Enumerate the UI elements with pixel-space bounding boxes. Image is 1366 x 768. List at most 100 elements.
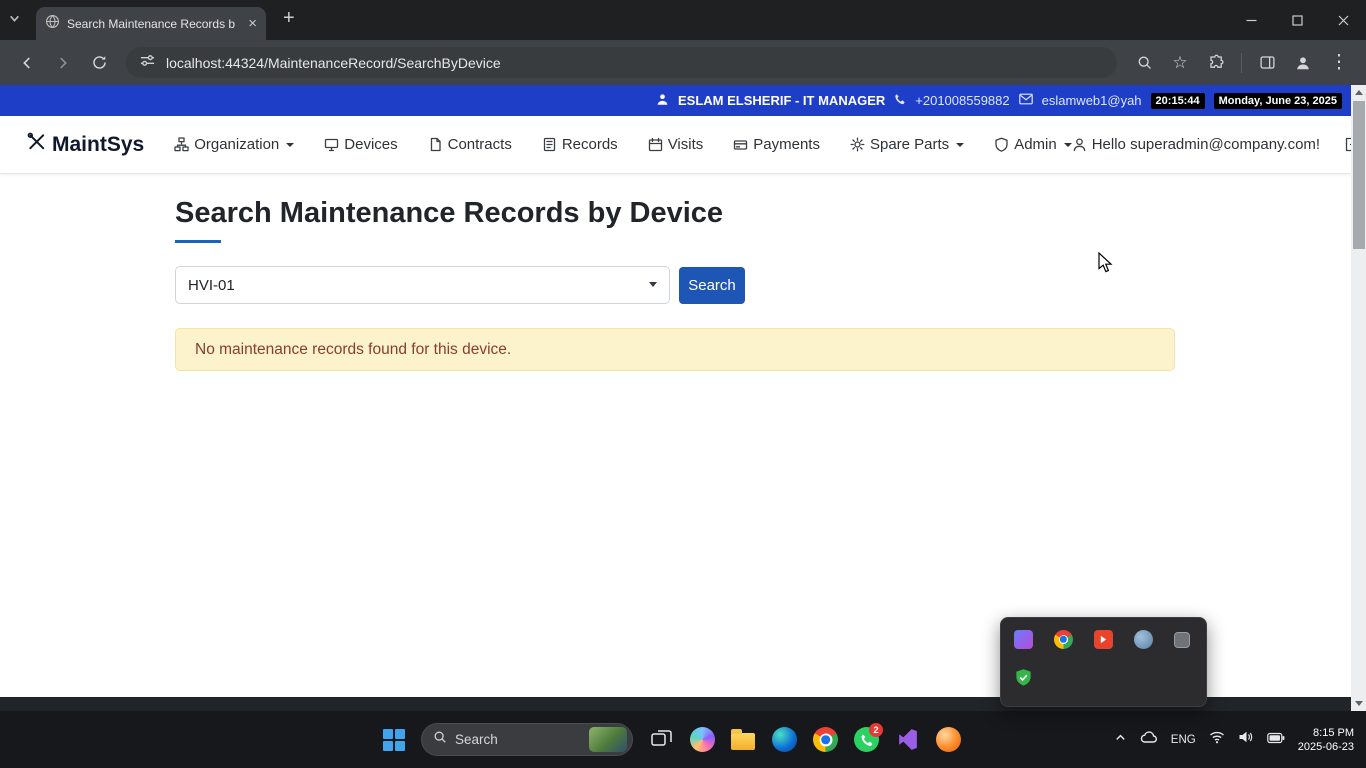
device-select-wrap: HVI-01 [175, 266, 670, 304]
battery-icon[interactable] [1266, 731, 1285, 749]
devices-icon [325, 138, 339, 152]
browser-tab[interactable]: Search Maintenance Records b × [36, 7, 266, 40]
organization-icon [174, 137, 189, 152]
tab-close-icon[interactable]: × [248, 16, 257, 31]
scrollbar-up-arrow[interactable] [1351, 85, 1366, 100]
tab-title: Search Maintenance Records b [67, 16, 236, 31]
nav-item-payments[interactable]: Payments [733, 136, 820, 153]
whatsapp-icon[interactable]: 2 [854, 723, 883, 752]
gear-icon [850, 137, 865, 152]
nav-item-contracts[interactable]: Contracts [428, 136, 512, 153]
brand-name: MaintSys [52, 132, 145, 156]
tray-cloud-app-icon[interactable] [1134, 630, 1153, 649]
tray-app-tile-icon[interactable] [1014, 630, 1033, 649]
taskbar-clock[interactable]: 8:15 PM 2025-06-23 [1298, 726, 1354, 754]
nav-label: Admin [1014, 136, 1057, 153]
lens-search-icon[interactable] [1127, 46, 1161, 80]
date-badge: Monday, June 23, 2025 [1213, 92, 1342, 109]
tab-search-chevron-icon[interactable] [8, 12, 21, 30]
onedrive-cloud-icon[interactable] [1140, 730, 1158, 749]
nav-item-devices[interactable]: Devices [324, 136, 398, 153]
brand-logo[interactable]: MaintSys [26, 131, 144, 158]
extensions-icon[interactable] [1199, 46, 1233, 80]
scrollbar-thumb[interactable] [1352, 101, 1365, 249]
site-info-icon[interactable] [140, 53, 155, 73]
nav-label: Payments [753, 136, 820, 153]
nav-item-records[interactable]: Records [542, 136, 618, 153]
chevron-down-icon [956, 142, 965, 147]
user-info-strip: ESLAM ELSHERIF - IT MANAGER +20100855988… [0, 85, 1366, 116]
clock-date: 2025-06-23 [1297, 740, 1354, 753]
search-highlight-image[interactable] [589, 727, 627, 752]
browser-titlebar: Search Maintenance Records b × + [0, 0, 1366, 40]
globe-favicon-icon [45, 14, 60, 34]
security-shield-icon[interactable] [1014, 668, 1034, 692]
search-button[interactable]: Search [679, 266, 745, 304]
edge-icon[interactable] [772, 727, 797, 752]
clock-badge: 20:15:44 [1150, 92, 1205, 109]
address-bar[interactable]: localhost:44324/MaintenanceRecord/Search… [126, 47, 1117, 78]
start-button[interactable] [383, 728, 405, 751]
taskbar-search-label: Search [455, 732, 498, 747]
new-tab-button[interactable]: + [283, 8, 295, 28]
tray-red-app-icon[interactable] [1094, 630, 1113, 649]
tray-overflow-flyout [1000, 617, 1207, 707]
page-scrollbar[interactable] [1351, 85, 1366, 711]
nav-item-admin[interactable]: Admin [994, 136, 1072, 153]
visits-icon [648, 137, 662, 152]
screen: Search Maintenance Records b × + localho… [0, 0, 1366, 768]
nav-item-visits[interactable]: Visits [648, 136, 703, 153]
records-icon [543, 137, 555, 152]
language-indicator[interactable]: ENG [1171, 734, 1196, 746]
copilot-icon[interactable] [690, 727, 715, 752]
back-button[interactable] [10, 46, 44, 80]
nav-items: Organization Devices Contracts Records V… [174, 136, 1072, 153]
chrome-icon[interactable] [813, 727, 838, 752]
page-title: Search Maintenance Records by Device [175, 197, 724, 229]
user-icon [1073, 138, 1086, 152]
nav-item-spare-parts[interactable]: Spare Parts [850, 136, 965, 153]
title-underline [175, 240, 221, 243]
nav-item-organization[interactable]: Organization [174, 136, 295, 153]
taskbar: Search 2 ENG 8:15 PM 2025-06-23 [0, 711, 1366, 768]
nav-label: Contracts [447, 136, 512, 153]
no-records-alert: No maintenance records found for this de… [175, 328, 1175, 371]
scrollbar-down-arrow[interactable] [1351, 696, 1366, 711]
main-content: Search Maintenance Records by Device HVI… [0, 174, 1366, 371]
device-select[interactable]: HVI-01 [175, 266, 670, 304]
tools-icon [26, 131, 47, 158]
shield-icon [995, 137, 1008, 152]
taskbar-search[interactable]: Search [421, 723, 633, 756]
task-view-icon[interactable] [649, 727, 674, 752]
nav-label: Organization [194, 136, 280, 153]
greeting-text: Hello superadmin@company.com! [1091, 136, 1321, 153]
maximize-button[interactable] [1274, 0, 1320, 40]
forward-button[interactable] [46, 46, 80, 80]
wifi-icon[interactable] [1209, 730, 1225, 749]
volume-icon[interactable] [1238, 730, 1254, 749]
minimize-button[interactable] [1228, 0, 1274, 40]
contracts-icon [430, 137, 441, 152]
file-explorer-icon[interactable] [731, 727, 756, 752]
visual-studio-icon[interactable] [895, 727, 920, 752]
user-phone[interactable]: +201008559882 [915, 93, 1009, 108]
user-email[interactable]: eslamweb1@yah [1042, 93, 1142, 108]
close-button[interactable] [1320, 0, 1366, 40]
profile-avatar-icon[interactable] [1286, 46, 1320, 80]
browser-toolbar: localhost:44324/MaintenanceRecord/Search… [0, 40, 1366, 85]
chrome-tray-icon[interactable] [1054, 630, 1073, 649]
mouse-cursor [1098, 251, 1118, 279]
toolbar-divider [1241, 52, 1242, 73]
refresh-button[interactable] [82, 46, 116, 80]
browser-menu-icon[interactable]: ⋮ [1322, 46, 1356, 80]
bookmark-star-icon[interactable]: ☆ [1163, 46, 1197, 80]
orange-browser-icon[interactable] [936, 727, 961, 752]
phone-icon [894, 93, 906, 108]
tray-gray-app-icon[interactable] [1174, 632, 1190, 648]
user-greeting[interactable]: Hello superadmin@company.com! [1072, 136, 1320, 153]
window-controls [1228, 0, 1366, 40]
chevron-down-icon [286, 142, 295, 147]
tray-chevron-up-icon[interactable] [1114, 731, 1127, 749]
url-text[interactable]: localhost:44324/MaintenanceRecord/Search… [166, 55, 501, 71]
side-panel-icon[interactable] [1250, 46, 1284, 80]
